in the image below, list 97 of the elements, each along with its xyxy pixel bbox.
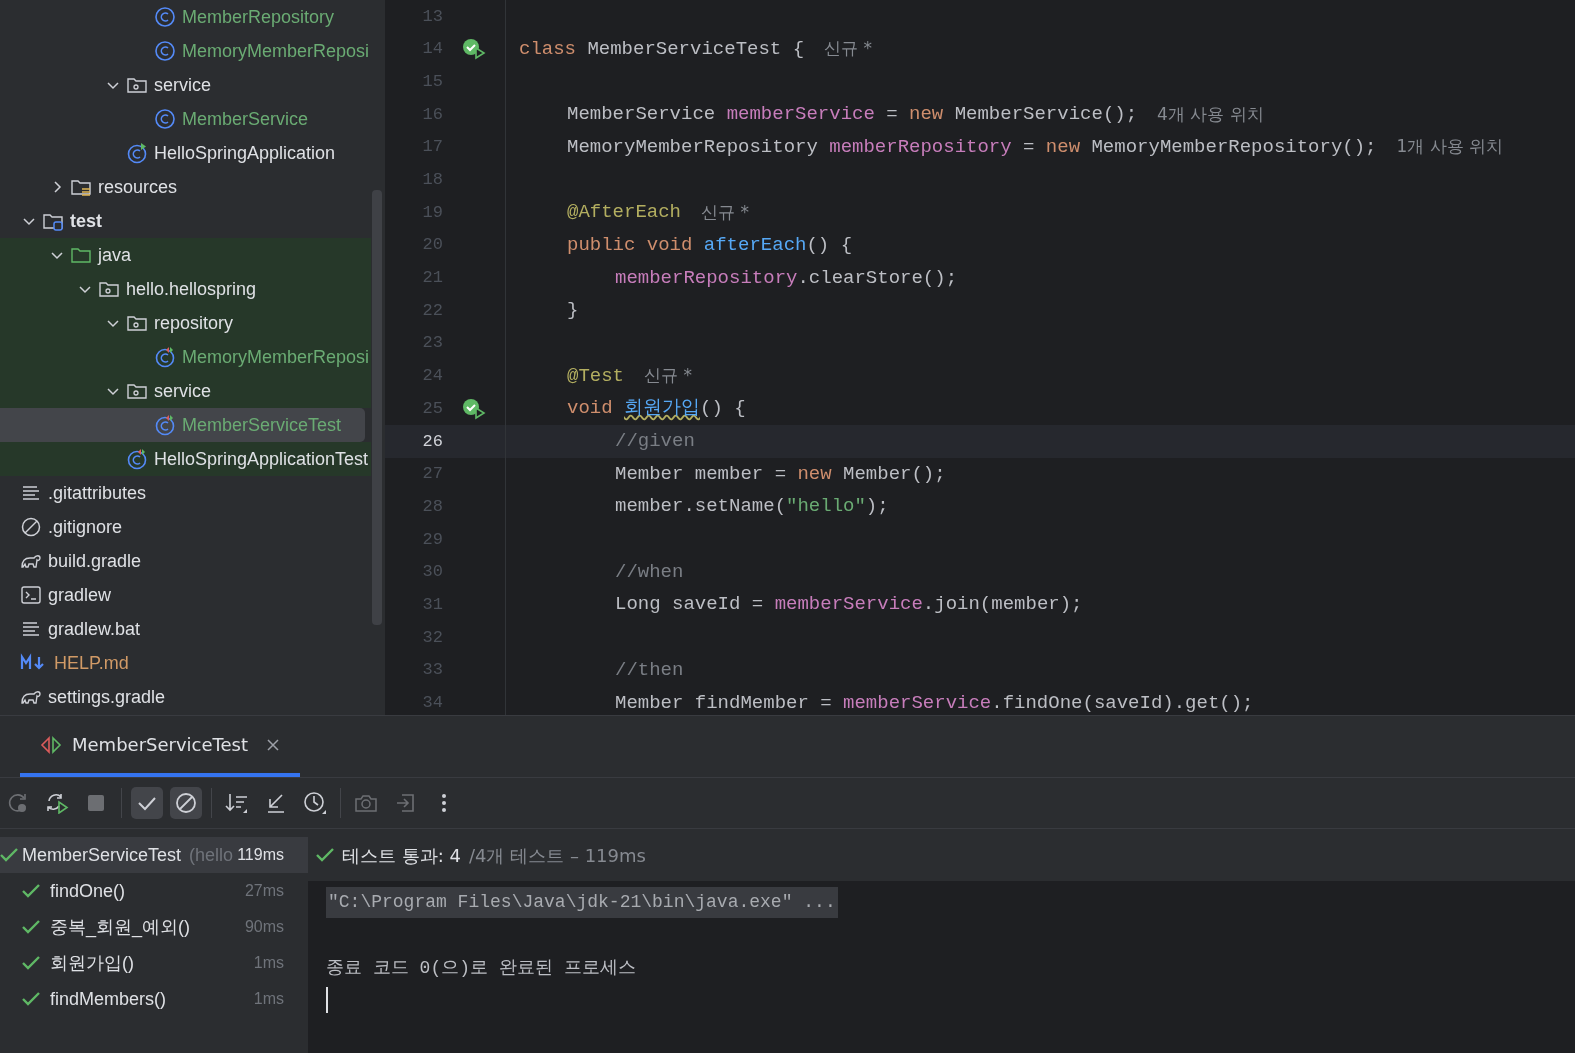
checkmark-icon: [22, 883, 40, 899]
inlay-hint: 신규 *: [701, 200, 749, 224]
code-token: //when: [615, 559, 684, 585]
inlay-hint: 4개 사용 위치: [1157, 102, 1264, 126]
code-token: MemberService: [567, 102, 716, 128]
tree-item[interactable]: service: [0, 374, 371, 408]
run-test-icon[interactable]: [462, 397, 486, 420]
code-token: class: [519, 36, 576, 62]
code-token: .clearStore();: [797, 265, 958, 291]
test-class-icon: [154, 346, 176, 368]
code-token: .join(member);: [922, 592, 1083, 618]
text-cursor: [326, 987, 328, 1013]
ignore-icon[interactable]: [170, 787, 202, 819]
line-number: 26: [421, 430, 443, 453]
tree-item[interactable]: MemoryMemberReposi: [0, 34, 371, 68]
code-token: MemoryMemberRepository: [567, 134, 818, 160]
summary-detail: /4개 테스트 – 119ms: [468, 843, 646, 868]
tree-item[interactable]: service: [0, 68, 371, 102]
tree-item[interactable]: HELP.md: [0, 646, 371, 680]
code-token: Member();: [843, 461, 946, 487]
tree-item[interactable]: MemoryMemberReposi: [0, 340, 371, 374]
code-token: Member member =: [615, 461, 787, 487]
close-icon[interactable]: [266, 737, 280, 752]
test-class-icon: [126, 448, 148, 470]
tree-item[interactable]: build.gradle: [0, 544, 371, 578]
class-icon: [126, 142, 148, 164]
code-token: 회원가입: [624, 396, 700, 422]
class-icon: [154, 108, 176, 130]
test-tree-item[interactable]: 회원가입() 1ms: [0, 945, 308, 981]
code-token: MemoryMemberRepository();: [1091, 134, 1377, 160]
summary-text: 테스트 통과: 4: [342, 843, 461, 868]
code-token: new: [1045, 134, 1081, 160]
run-test-icon[interactable]: [462, 38, 486, 61]
test-tree-item[interactable]: 중복_회원_예외() 90ms: [0, 909, 308, 945]
code-token: () {: [806, 232, 853, 258]
code-token: memberRepository: [615, 265, 798, 291]
code-token: Long saveId =: [615, 592, 764, 618]
tree-item[interactable]: test: [0, 204, 371, 238]
tree-item[interactable]: MemberRepository: [0, 0, 371, 34]
test-run-icon: [40, 735, 62, 754]
code-token: MemberServiceTest {: [587, 36, 805, 62]
tree-item[interactable]: hello.hellospring: [0, 272, 371, 306]
code-token: =: [886, 102, 898, 128]
code-token: "hello": [786, 494, 866, 520]
code-token: memberService: [726, 102, 875, 128]
code-token: public void: [567, 232, 693, 258]
code-token: //given: [615, 429, 695, 455]
code-token: void: [567, 396, 613, 422]
test-tree-item[interactable]: findOne() 27ms: [0, 873, 308, 909]
tree-item[interactable]: HelloSpringApplication: [0, 136, 371, 170]
checkmark-icon[interactable]: [131, 787, 163, 819]
code-token: memberService: [774, 592, 923, 618]
code-token: memberService: [843, 690, 992, 715]
checkmark-icon: [22, 991, 40, 1007]
class-icon: [154, 6, 176, 28]
tree-item[interactable]: .gitattributes: [0, 476, 371, 510]
tree-item[interactable]: resources: [0, 170, 371, 204]
inlay-hint: 1개 사용 위치: [1396, 135, 1504, 159]
code-token: new: [797, 461, 832, 487]
code-token: memberRepository: [829, 134, 1012, 160]
checkmark-icon: [22, 919, 40, 935]
checkmark-icon: [316, 847, 334, 863]
tree-item[interactable]: MemberService: [0, 102, 371, 136]
ignore-icon: [20, 516, 42, 538]
test-tree-item[interactable]: MemberServiceTest (hello 119ms: [0, 837, 308, 873]
code-token: MemberService();: [954, 102, 1138, 128]
code-token: @Test: [567, 363, 624, 389]
vertical-scrollbar[interactable]: [372, 190, 382, 625]
code-token: //then: [615, 657, 684, 683]
test-tree-item[interactable]: findMembers() 1ms: [0, 981, 308, 1017]
code-token: () {: [700, 396, 746, 422]
code-token: @AfterEach: [567, 200, 682, 226]
code-token: =: [1023, 134, 1035, 160]
tree-item[interactable]: HelloSpringApplicationTest: [0, 442, 371, 476]
tree-item[interactable]: gradlew: [0, 578, 371, 612]
code-token: afterEach: [703, 232, 807, 258]
console-output: 종료 코드 0(으)로 완료된 프로세스: [326, 956, 636, 980]
terminal-icon: [20, 584, 42, 606]
tree-item[interactable]: MemberServiceTest: [0, 408, 365, 442]
tree-item[interactable]: .gitignore: [0, 510, 371, 544]
checkmark-icon: [22, 955, 40, 971]
checkmark-icon: [0, 847, 18, 863]
code-token: new: [909, 102, 944, 128]
tree-item[interactable]: gradlew.bat: [0, 612, 371, 646]
tree-item[interactable]: repository: [0, 306, 371, 340]
console-command: "C:\Program Files\Java\jdk-21\bin\java.exe" ...: [326, 886, 838, 918]
code-token: }: [567, 298, 579, 324]
test-class-icon: [154, 414, 176, 436]
code-token: );: [865, 494, 889, 520]
code-token: .findOne(saveId).get();: [991, 690, 1254, 715]
tree-item[interactable]: settings.gradle: [0, 680, 371, 714]
code-token: Member findMember =: [615, 690, 832, 715]
inlay-hint: 신규 *: [824, 37, 872, 61]
tree-item[interactable]: java: [0, 238, 371, 272]
code-token: member.setName(: [615, 494, 787, 520]
inlay-hint: 신규 *: [644, 364, 692, 388]
class-icon: [154, 40, 176, 62]
